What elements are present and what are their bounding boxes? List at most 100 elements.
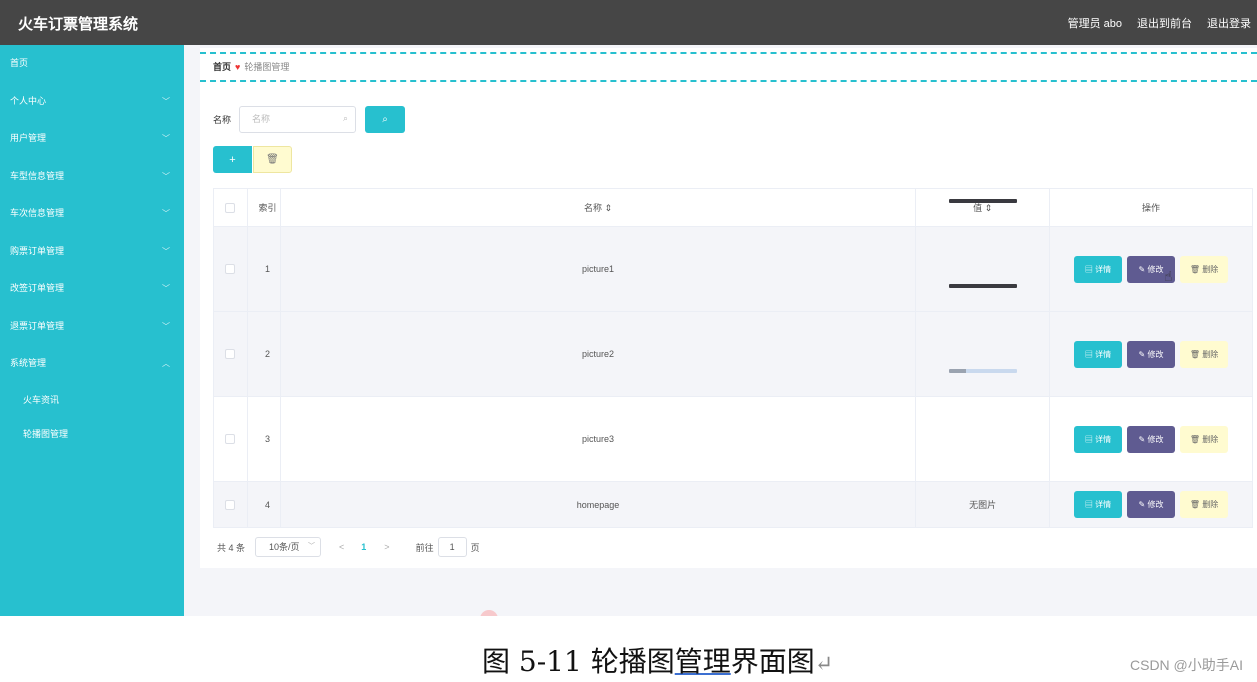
row-checkbox[interactable]: [225, 349, 236, 360]
delete-button[interactable]: 🗑 删除: [1180, 425, 1229, 453]
table-row: 2 picture2 ▤ 详情 ✎ 修改 🗑 删除: [213, 284, 1253, 397]
main-content: 首页 ♥轮播图管理 名称 ⌕ ⌕ + 🗑 索引 名称 ⇕ 值 ⇕ 操作: [200, 48, 1257, 568]
sidebar-item-profile[interactable]: 个人中心 ﹀: [0, 83, 184, 121]
table-row: 1 picture1 ▤ 详情 ✎ 修改 🗑 删除: [213, 199, 1253, 312]
sidebar-item-train-types[interactable]: 车型信息管理 ﹀: [0, 158, 184, 196]
chevron-up-icon: ︿: [162, 359, 170, 368]
row-ops: ▤ 详情 ✎ 修改 🗑 删除: [1049, 226, 1253, 312]
table-row: 4 homepage 无图片 ▤ 详情 ✎ 修改 🗑 删除: [213, 481, 1253, 528]
row-index: 3: [246, 396, 281, 482]
image-thumbnail[interactable]: [948, 284, 1017, 288]
sidebar-item-ticket-orders[interactable]: 购票订单管理 ﹀: [0, 233, 184, 271]
breadcrumb: 首页 ♥ 轮播图管理: [200, 52, 1257, 82]
sidebar-item-label: 改签订单管理: [10, 283, 65, 293]
row-actions: ▤ 详情 ✎ 修改 🗑 删除: [1050, 340, 1252, 368]
row-value: 无图片: [915, 481, 1051, 528]
search-label: 名称: [213, 114, 232, 125]
chevron-down-icon: ﹀: [162, 284, 170, 293]
delete-button[interactable]: 🗑 删除: [1180, 340, 1229, 368]
pointer-cursor-icon: ☝: [1164, 268, 1173, 284]
page-size-select[interactable]: 10条/页 ﹀: [255, 537, 322, 557]
sidebar-item-label: 车次信息管理: [10, 208, 65, 218]
row-value: [915, 369, 1051, 482]
search-button[interactable]: ⌕: [365, 105, 406, 133]
search-bar: 名称 ⌕ ⌕: [213, 105, 406, 133]
caption-prefix: 图 5-11 轮播图: [482, 645, 675, 678]
row-ops: ▤ 详情 ✎ 修改 🗑 删除: [1049, 396, 1253, 482]
search-input-wrapper: ⌕: [239, 105, 357, 133]
add-button[interactable]: +: [213, 146, 252, 173]
plus-icon: +: [229, 153, 236, 166]
trash-icon: 🗑: [266, 154, 279, 165]
row-checkbox[interactable]: [225, 499, 236, 510]
table-row: 3 picture3 ▤ 详情 ✎ 修改 🗑 删除: [213, 369, 1253, 482]
next-page-button[interactable]: >: [384, 542, 389, 552]
detail-button[interactable]: ▤ 详情: [1074, 425, 1123, 453]
detail-button[interactable]: ▤ 详情: [1074, 255, 1123, 283]
row-checkbox[interactable]: [225, 434, 236, 445]
sidebar-subitem-train-news[interactable]: 火车资讯: [0, 383, 184, 417]
carousel-table: 索引 名称 ⇕ 值 ⇕ 操作 1 picture1 ▤ 详情 ✎ 修改 🗑 删除…: [213, 188, 1253, 528]
detail-button[interactable]: ▤ 详情: [1074, 340, 1123, 368]
batch-delete-button[interactable]: 🗑: [253, 146, 292, 173]
chevron-down-icon: ﹀: [162, 171, 170, 181]
row-actions: ▤ 详情 ✎ 修改 🗑 删除: [1050, 491, 1252, 518]
row-checkbox[interactable]: [225, 264, 236, 275]
app-title: 火车订票管理系统: [18, 16, 139, 33]
pagination: 共 4 条 10条/页 ﹀ < 1 > 前往 1 页: [217, 537, 480, 557]
heart-logo-icon: ♥: [235, 62, 241, 72]
sidebar-subitem-carousel[interactable]: 轮播图管理: [0, 417, 184, 451]
select-all-checkbox[interactable]: [225, 202, 236, 213]
logout-link[interactable]: 退出登录: [1207, 15, 1251, 31]
caption-underlined: 管理: [674, 645, 731, 678]
row-name: picture2: [279, 311, 917, 397]
header-name[interactable]: 名称 ⇕: [279, 188, 917, 227]
row-index: 2: [246, 311, 281, 397]
caption-suffix: 界面图: [730, 645, 815, 678]
back-to-front-link[interactable]: 退出到前台: [1137, 15, 1192, 31]
detail-button[interactable]: ▤ 详情: [1074, 491, 1123, 518]
sidebar-item-label: 用户管理: [10, 133, 47, 143]
goto-page-input[interactable]: 1: [437, 537, 467, 557]
row-checkbox-cell: [213, 481, 248, 528]
table-header-row: 索引 名称 ⇕ 值 ⇕ 操作: [213, 188, 1253, 227]
delete-button[interactable]: 🗑 删除: [1180, 491, 1229, 518]
search-icon: ⌕: [382, 113, 388, 125]
sidebar-item-home[interactable]: 首页: [0, 45, 184, 83]
goto-label: 前往: [415, 542, 434, 553]
action-buttons: + 🗑: [213, 146, 292, 173]
breadcrumb-current: 轮播图管理: [244, 62, 290, 72]
paragraph-mark: ↵: [814, 652, 834, 677]
row-name: picture3: [279, 396, 917, 482]
chevron-down-icon: ﹀: [162, 246, 170, 256]
sidebar-item-refund-orders[interactable]: 退票订单管理 ﹀: [0, 308, 184, 346]
breadcrumb-home[interactable]: 首页: [213, 62, 231, 72]
image-thumbnail[interactable]: [948, 369, 1017, 373]
prev-page-button[interactable]: <: [339, 542, 344, 552]
sidebar-item-label: 购票订单管理: [10, 245, 65, 256]
chevron-down-icon: ﹀: [162, 321, 170, 331]
edit-button[interactable]: ✎ 修改: [1127, 425, 1176, 453]
sidebar-item-label: 车型信息管理: [10, 170, 65, 181]
edit-button[interactable]: ✎ 修改: [1127, 340, 1176, 368]
top-header: 火车订票管理系统 管理员 abo 退出到前台 退出登录: [0, 0, 1257, 45]
sidebar-item-train-numbers[interactable]: 车次信息管理 ﹀: [0, 195, 184, 233]
search-input[interactable]: [239, 105, 357, 133]
row-actions: ▤ 详情 ✎ 修改 🗑 删除: [1050, 425, 1252, 453]
chevron-down-icon: ﹀: [162, 134, 170, 143]
edit-button[interactable]: ✎ 修改: [1127, 491, 1176, 518]
header-index: 索引: [246, 188, 281, 227]
total-count: 共 4 条: [217, 542, 246, 553]
watermark: CSDN @小助手AI: [1130, 657, 1243, 673]
row-actions: ▤ 详情 ✎ 修改 🗑 删除: [1050, 255, 1252, 283]
sidebar-item-label: 个人中心: [10, 95, 47, 106]
sidebar-item-label: 首页: [10, 58, 29, 68]
sidebar-item-change-orders[interactable]: 改签订单管理 ﹀: [0, 270, 184, 308]
delete-button[interactable]: 🗑 删除: [1180, 255, 1229, 283]
page-size-value: 10条/页: [269, 542, 300, 552]
current-page[interactable]: 1: [361, 542, 366, 552]
sidebar-item-system[interactable]: 系统管理 ︿: [0, 345, 184, 383]
header-value[interactable]: 值 ⇕: [915, 188, 1051, 227]
admin-label: 管理员 abo: [1067, 18, 1122, 30]
sidebar-item-users[interactable]: 用户管理 ﹀: [0, 120, 184, 158]
